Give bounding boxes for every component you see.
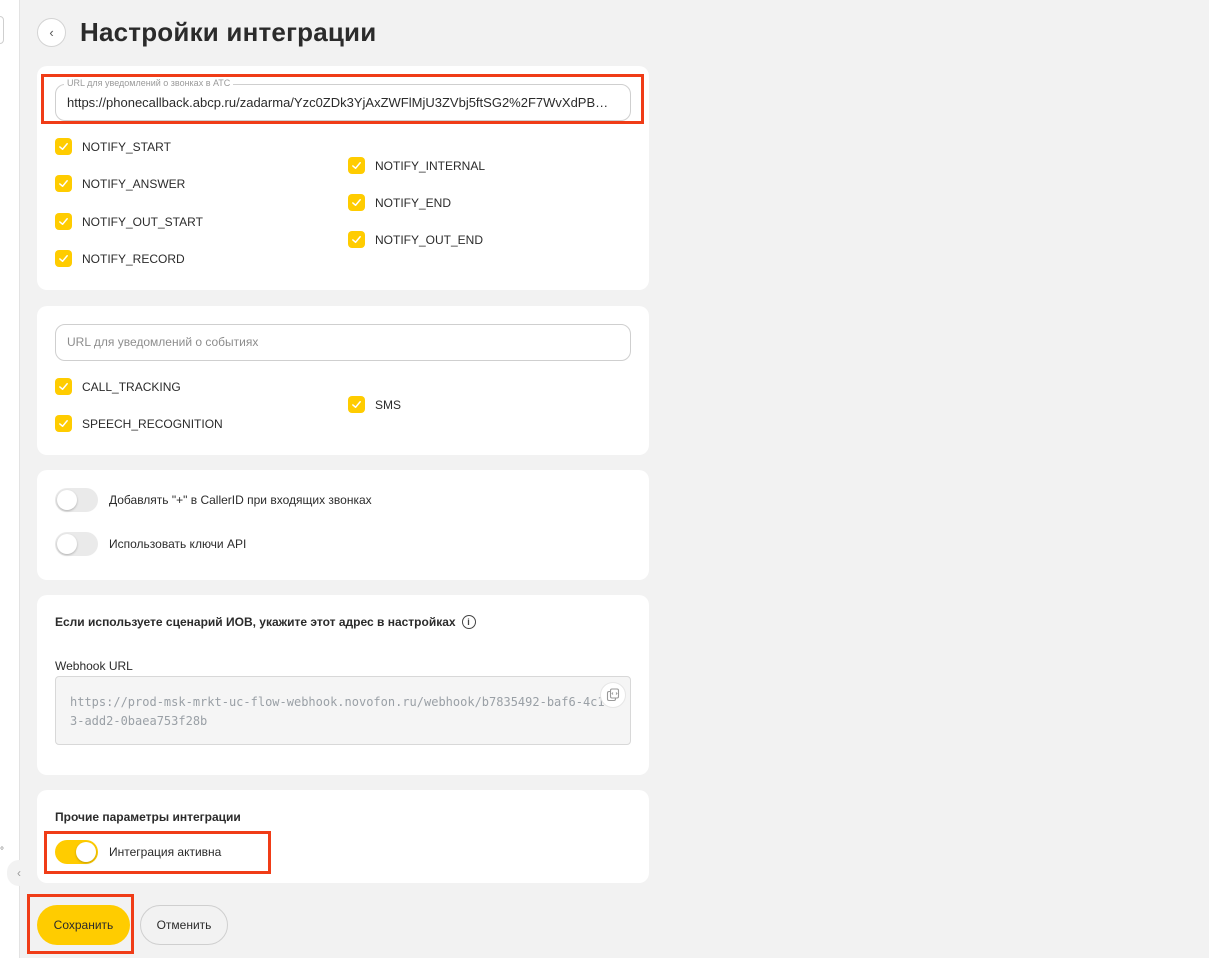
info-icon[interactable]: i bbox=[461, 615, 476, 629]
checkbox-checked-icon bbox=[348, 231, 365, 248]
checkbox-checked-icon bbox=[348, 396, 365, 413]
toggle-knob bbox=[57, 490, 77, 510]
toggle-knob bbox=[57, 534, 77, 554]
calls-url-field[interactable]: URL для уведомлений о звонках в АТС http… bbox=[55, 78, 631, 121]
integration-active-toggle[interactable] bbox=[55, 840, 98, 864]
toggle-row-plus-callerid: Добавлять "+" в CallerID при входящих зв… bbox=[55, 488, 372, 512]
back-button[interactable]: ‹ bbox=[37, 17, 66, 47]
other-params-title: Прочие параметры интеграции bbox=[55, 810, 241, 824]
events-url-field[interactable]: URL для уведомлений о событиях bbox=[55, 324, 631, 361]
checkbox-label: NOTIFY_OUT_END bbox=[375, 232, 484, 247]
checkbox-call-tracking[interactable]: CALL_TRACKING bbox=[55, 378, 181, 395]
checkbox-checked-icon bbox=[55, 213, 72, 230]
checkbox-notify-record[interactable]: NOTIFY_RECORD bbox=[55, 250, 185, 267]
call-notifications-card: URL для уведомлений о звонках в АТС http… bbox=[37, 66, 649, 290]
ivr-title: Если используете сценарий ИОВ, укажите э… bbox=[55, 615, 476, 629]
calls-url-label: URL для уведомлений о звонках в АТС bbox=[64, 78, 234, 88]
left-sidebar: ° ‹ bbox=[0, 0, 31, 958]
toggle-row-api-keys: Использовать ключи API bbox=[55, 532, 246, 556]
sidebar-dot: ° bbox=[0, 846, 4, 857]
checkbox-label: NOTIFY_RECORD bbox=[82, 251, 185, 266]
page-title: Настройки интеграции bbox=[80, 16, 377, 47]
webhook-label: Webhook URL bbox=[55, 659, 133, 673]
checkbox-checked-icon bbox=[55, 138, 72, 155]
api-keys-toggle[interactable] bbox=[55, 532, 98, 556]
ivr-webhook-card: Если используете сценарий ИОВ, укажите э… bbox=[37, 595, 649, 775]
checkbox-label: SMS bbox=[375, 397, 402, 412]
checkbox-checked-icon bbox=[348, 194, 365, 211]
save-button[interactable]: Сохранить bbox=[37, 905, 130, 945]
sidebar-top-control[interactable] bbox=[0, 16, 4, 44]
checkbox-speech-recognition[interactable]: SPEECH_RECOGNITION bbox=[55, 415, 223, 432]
toggle-row-integration-active: Интеграция активна bbox=[55, 840, 221, 864]
events-url-placeholder: URL для уведомлений о событиях bbox=[67, 335, 259, 349]
webhook-url-value[interactable]: https://prod-msk-mrkt-uc-flow-webhook.no… bbox=[70, 693, 610, 731]
integration-active-label: Интеграция активна bbox=[109, 845, 222, 859]
plus-callerid-toggle[interactable] bbox=[55, 488, 98, 512]
checkbox-label: NOTIFY_END bbox=[375, 195, 452, 210]
toggle-knob bbox=[76, 842, 96, 862]
checkbox-label: NOTIFY_ANSWER bbox=[82, 176, 186, 191]
copy-icon bbox=[606, 688, 620, 702]
checkbox-checked-icon bbox=[348, 157, 365, 174]
checkbox-notify-answer[interactable]: NOTIFY_ANSWER bbox=[55, 175, 185, 192]
cancel-button[interactable]: Отменить bbox=[140, 905, 228, 945]
checkbox-checked-icon bbox=[55, 175, 72, 192]
copy-button[interactable] bbox=[600, 682, 626, 708]
options-card: Добавлять "+" в CallerID при входящих зв… bbox=[37, 470, 649, 580]
checkbox-notify-internal[interactable]: NOTIFY_INTERNAL bbox=[348, 157, 485, 174]
checkbox-label: NOTIFY_START bbox=[82, 139, 171, 154]
checkbox-checked-icon bbox=[55, 415, 72, 432]
checkbox-notify-start[interactable]: NOTIFY_START bbox=[55, 138, 171, 155]
page-header: ‹ Настройки интеграции bbox=[37, 14, 376, 50]
checkbox-label: CALL_TRACKING bbox=[82, 379, 181, 394]
webhook-url-box: https://prod-msk-mrkt-uc-flow-webhook.no… bbox=[55, 676, 631, 745]
event-notifications-card: URL для уведомлений о событиях CALL_TRAC… bbox=[37, 306, 649, 455]
checkbox-checked-icon bbox=[55, 378, 72, 395]
checkbox-checked-icon bbox=[55, 250, 72, 267]
api-keys-label: Использовать ключи API bbox=[109, 537, 247, 551]
plus-callerid-label: Добавлять "+" в CallerID при входящих зв… bbox=[109, 493, 372, 507]
sidebar-collapse-icon[interactable]: ‹ bbox=[7, 860, 31, 886]
checkbox-sms[interactable]: SMS bbox=[348, 396, 401, 413]
checkbox-label: NOTIFY_INTERNAL bbox=[375, 158, 486, 173]
checkbox-notify-out-end[interactable]: NOTIFY_OUT_END bbox=[348, 231, 483, 248]
checkbox-notify-out-start[interactable]: NOTIFY_OUT_START bbox=[55, 213, 203, 230]
checkbox-label: NOTIFY_OUT_START bbox=[82, 214, 203, 229]
other-params-card: Прочие параметры интеграции Интеграция а… bbox=[37, 790, 649, 883]
checkbox-label: SPEECH_RECOGNITION bbox=[82, 416, 223, 431]
calls-url-value: https://phonecallback.abcp.ru/zadarma/Yz… bbox=[67, 95, 616, 110]
ivr-title-text: Если используете сценарий ИОВ, укажите э… bbox=[55, 615, 456, 629]
chevron-left-icon: ‹ bbox=[49, 24, 54, 40]
checkbox-notify-end[interactable]: NOTIFY_END bbox=[348, 194, 451, 211]
